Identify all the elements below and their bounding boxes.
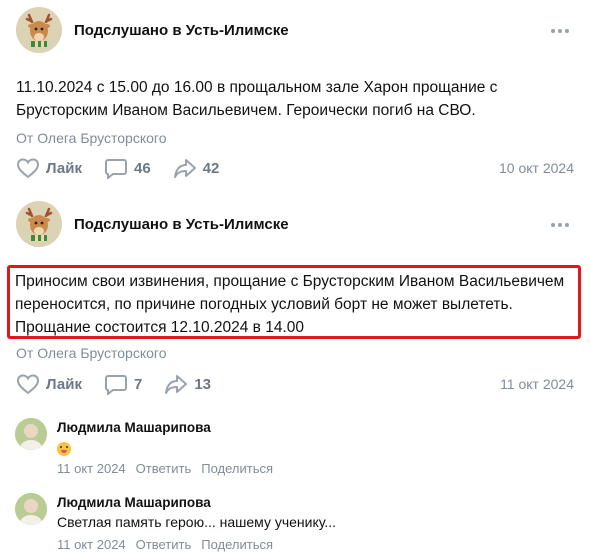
like-button[interactable]: Лайк — [16, 157, 82, 179]
post-actions: Лайк 46 42 10 окт 2024 — [16, 155, 574, 181]
group-name[interactable]: Подслушано в Усть-Илимске — [74, 216, 289, 233]
share-button[interactable]: 42 — [173, 157, 220, 179]
comment-meta: 11 окт 2024 Ответить Поделиться — [57, 537, 273, 552]
comment-text — [57, 440, 71, 457]
more-horizontal-icon[interactable] — [550, 26, 570, 34]
post-actions: Лайк 7 13 11 окт 2024 — [16, 371, 574, 397]
share-link[interactable]: Поделиться — [201, 537, 273, 552]
group-avatar[interactable] — [16, 201, 62, 247]
comment-bubble-icon — [104, 375, 127, 395]
comment-meta: 11 окт 2024 Ответить Поделиться — [57, 461, 273, 476]
group-avatar[interactable] — [16, 7, 62, 53]
heart-icon — [16, 158, 40, 179]
comment-button[interactable]: 46 — [104, 157, 151, 179]
heart-icon — [16, 374, 40, 395]
post-author[interactable]: От Олега Брусторского — [16, 130, 167, 146]
group-name[interactable]: Подслушано в Усть-Илимске — [74, 22, 289, 39]
share-arrow-icon — [165, 375, 188, 394]
more-horizontal-icon[interactable] — [550, 220, 570, 228]
comment: Людмила Машарипова 11 окт 2024 Ответить … — [15, 418, 575, 480]
comment-date[interactable]: 11 окт 2024 — [57, 461, 126, 476]
like-label: Лайк — [46, 159, 82, 177]
like-button[interactable]: Лайк — [16, 373, 82, 395]
reply-button[interactable]: Ответить — [136, 537, 192, 552]
deer-logo-icon — [16, 7, 62, 53]
comment-author[interactable]: Людмила Машарипова — [57, 420, 211, 435]
avatar[interactable] — [15, 418, 47, 450]
like-label: Лайк — [46, 375, 82, 393]
reply-button[interactable]: Ответить — [136, 461, 192, 476]
post-date[interactable]: 11 окт 2024 — [500, 376, 574, 392]
comment-author[interactable]: Людмила Машарипова — [57, 495, 211, 510]
shares-count: 13 — [194, 375, 212, 393]
comments-count: 7 — [133, 375, 143, 393]
shares-count: 42 — [202, 159, 220, 177]
avatar[interactable] — [15, 493, 47, 525]
post-header: Подслушано в Усть-Илимске — [16, 6, 289, 54]
comments-count: 46 — [133, 159, 151, 177]
post-header: Подслушано в Усть-Илимске — [16, 200, 289, 248]
smiling-face-with-tongue-icon — [57, 442, 71, 457]
share-arrow-icon — [173, 159, 196, 178]
share-link[interactable]: Поделиться — [201, 461, 273, 476]
comment-button[interactable]: 7 — [104, 373, 142, 395]
deer-logo-icon — [16, 201, 62, 247]
post-date[interactable]: 10 окт 2024 — [499, 160, 574, 176]
comment-date[interactable]: 11 окт 2024 — [57, 537, 126, 552]
post-1: Подслушано в Усть-Илимске 11.10.2024 с 1… — [0, 6, 590, 186]
post-author[interactable]: От Олега Брусторского — [16, 345, 167, 361]
comment-text: Светлая память герою... нашему ученику..… — [57, 514, 337, 530]
comment-bubble-icon — [104, 159, 127, 179]
share-button[interactable]: 13 — [164, 373, 211, 395]
post-text: 11.10.2024 с 15.00 до 16.00 в прощальном… — [16, 79, 498, 119]
comment: Людмила Машарипова Светлая память герою.… — [15, 493, 575, 553]
post-text: Приносим свои извинения, прощание с Брус… — [15, 273, 565, 336]
